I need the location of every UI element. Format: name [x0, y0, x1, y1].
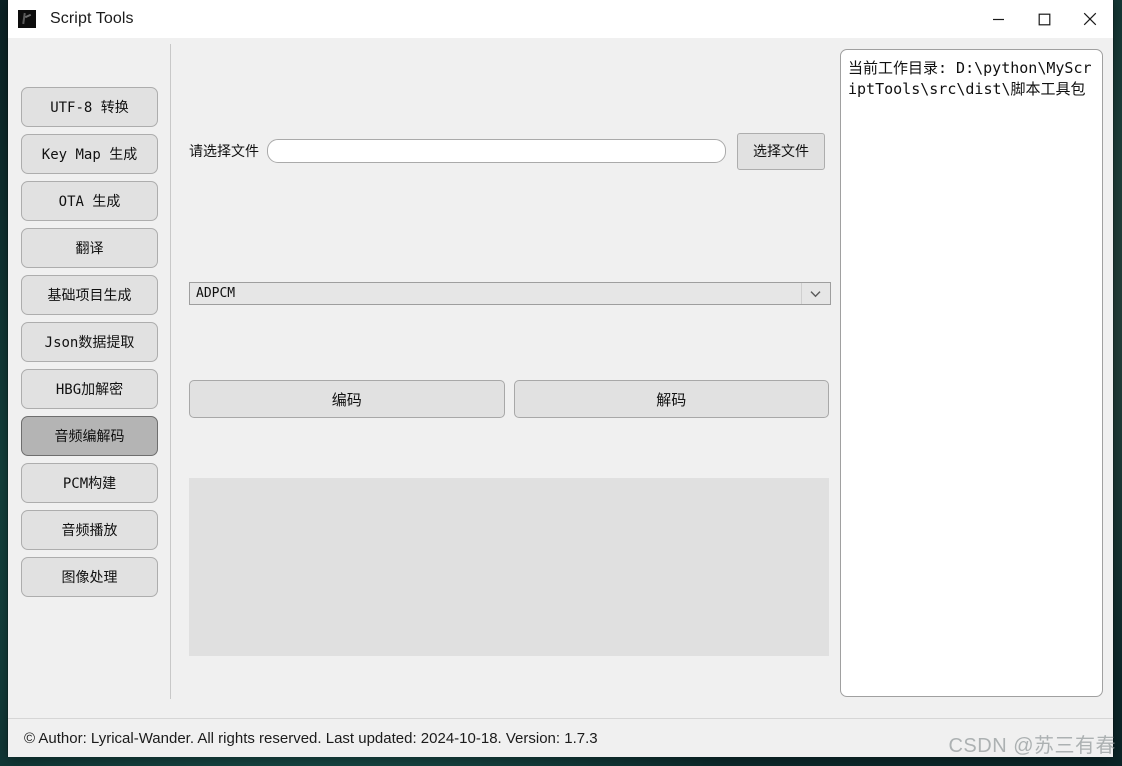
- status-bar: © Author: Lyrical-Wander. All rights res…: [8, 718, 1113, 757]
- title-bar: Script Tools: [8, 0, 1113, 38]
- status-bar-text: © Author: Lyrical-Wander. All rights res…: [24, 729, 598, 747]
- main-panel: 请选择文件 选择文件 ADPCM 编码 解码: [171, 38, 838, 718]
- decode-button[interactable]: 解码: [513, 380, 829, 418]
- maximize-icon: [1038, 13, 1050, 25]
- file-select-label: 请选择文件: [189, 144, 259, 160]
- sidebar: UTF-8 转换 Key Map 生成 OTA 生成 翻译 基础项目生成 Jso…: [8, 38, 163, 718]
- log-panel[interactable]: 当前工作目录: D:\python\MyScriptTools\src\dist…: [840, 49, 1103, 697]
- close-button[interactable]: [1067, 0, 1113, 38]
- watermark-text: CSDN @苏三有春: [948, 735, 1116, 757]
- action-buttons-row: 编码 解码: [189, 380, 829, 420]
- log-text: 当前工作目录: D:\python\MyScriptTools\src\dist…: [848, 59, 1092, 98]
- sidebar-item-audio-codec[interactable]: 音频编解码: [21, 416, 158, 456]
- file-path-input[interactable]: [267, 139, 726, 163]
- window-content: UTF-8 转换 Key Map 生成 OTA 生成 翻译 基础项目生成 Jso…: [8, 38, 1113, 718]
- window-title: Script Tools: [50, 10, 134, 27]
- sidebar-item-pcm-build[interactable]: PCM构建: [21, 463, 158, 503]
- file-select-row: 请选择文件 选择文件: [189, 132, 834, 170]
- output-display-area: [189, 478, 829, 656]
- encode-button[interactable]: 编码: [189, 380, 505, 418]
- codec-dropdown[interactable]: ADPCM: [189, 282, 831, 305]
- sidebar-item-image-proc[interactable]: 图像处理: [21, 557, 158, 597]
- close-icon: [1083, 12, 1097, 26]
- minimize-icon: [992, 18, 1004, 20]
- chevron-down-icon: [801, 283, 829, 304]
- codec-dropdown-value: ADPCM: [196, 286, 236, 301]
- app-icon: [18, 10, 36, 28]
- sidebar-item-base-project[interactable]: 基础项目生成: [21, 275, 158, 315]
- maximize-button[interactable]: [1021, 0, 1067, 38]
- sidebar-item-ota[interactable]: OTA 生成: [21, 181, 158, 221]
- sidebar-item-json-extract[interactable]: Json数据提取: [21, 322, 158, 362]
- sidebar-item-keymap[interactable]: Key Map 生成: [21, 134, 158, 174]
- sidebar-item-translate[interactable]: 翻译: [21, 228, 158, 268]
- choose-file-button[interactable]: 选择文件: [737, 132, 825, 170]
- sidebar-item-hbg-crypto[interactable]: HBG加解密: [21, 369, 158, 409]
- application-window: Script Tools UTF-8 转换 Key Map 生成 OTA 生成 …: [8, 0, 1113, 757]
- sidebar-item-audio-play[interactable]: 音频播放: [21, 510, 158, 550]
- sidebar-item-utf8[interactable]: UTF-8 转换: [21, 87, 158, 127]
- minimize-button[interactable]: [975, 0, 1021, 38]
